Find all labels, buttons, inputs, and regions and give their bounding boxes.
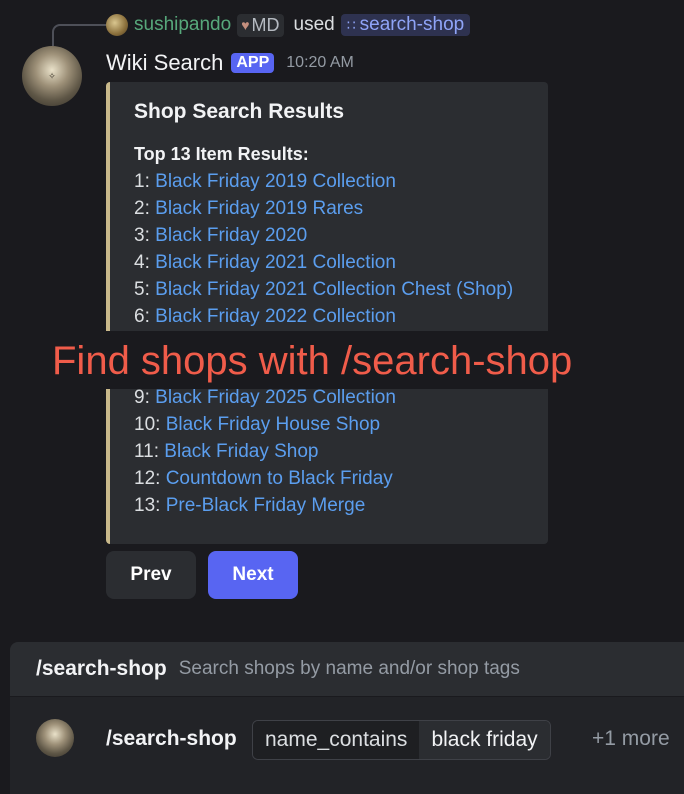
bot-name[interactable]: Wiki Search <box>106 50 223 76</box>
slash-command-icon: ∷ <box>346 16 356 33</box>
result-number: 5: <box>134 279 150 300</box>
option-name[interactable]: name_contains <box>253 721 420 759</box>
result-number: 3: <box>134 225 150 246</box>
result-item: 1: Black Friday 2019 Collection <box>134 168 513 195</box>
command-option[interactable]: name_contains black friday <box>252 720 551 760</box>
result-number: 2: <box>134 198 150 219</box>
next-button[interactable]: Next <box>208 551 298 599</box>
result-link[interactable]: Black Friday 2021 Collection <box>155 252 396 273</box>
result-link[interactable]: Black Friday Shop <box>164 441 318 462</box>
result-number: 6: <box>134 306 150 327</box>
suggestion-command: /search-shop <box>36 657 167 680</box>
more-options[interactable]: +1 more <box>592 724 670 754</box>
command-mention-label: search-shop <box>359 14 465 35</box>
input-command: /search-shop <box>106 727 237 750</box>
result-number: 9: <box>134 387 150 408</box>
result-item: 2: Black Friday 2019 Rares <box>134 195 513 222</box>
message-timestamp: 10:20 AM <box>286 54 354 71</box>
command-mention[interactable]: ∷ search-shop <box>340 14 471 36</box>
result-link[interactable]: Black Friday 2022 Collection <box>155 306 396 327</box>
result-item: 3: Black Friday 2020 <box>134 222 513 249</box>
app-badge: APP <box>231 53 275 73</box>
reply-user-avatar[interactable] <box>106 14 128 36</box>
command-suggestion[interactable]: /search-shop Search shops by name and/or… <box>10 642 684 696</box>
result-item: 6: Black Friday 2022 Collection <box>134 303 513 330</box>
reply-connector-line <box>52 24 108 46</box>
reply-context[interactable]: sushipando ♥ MD used ∷ search-shop <box>106 12 471 38</box>
result-item: 4: Black Friday 2021 Collection <box>134 249 513 276</box>
result-number: 1: <box>134 171 150 192</box>
used-label: used <box>293 14 335 35</box>
bot-avatar[interactable]: ✧ <box>22 46 82 106</box>
result-number: 12: <box>134 468 161 489</box>
result-link[interactable]: Black Friday 2019 Collection <box>155 171 396 192</box>
result-item: 12: Countdown to Black Friday <box>134 465 513 492</box>
result-number: 13: <box>134 495 161 516</box>
avatar-emblem: ✧ <box>48 70 56 81</box>
result-item: 5: Black Friday 2021 Collection Chest (S… <box>134 276 513 303</box>
user-tag-label: MD <box>251 14 280 35</box>
result-link[interactable]: Black Friday House Shop <box>166 414 380 435</box>
suggestion-description: Search shops by name and/or shop tags <box>178 658 520 679</box>
result-link[interactable]: Black Friday 2025 Collection <box>155 387 396 408</box>
heart-icon: ♥ <box>241 17 250 33</box>
result-item: 13: Pre-Black Friday Merge <box>134 492 513 519</box>
result-link[interactable]: Black Friday 2020 <box>155 225 307 246</box>
result-link[interactable]: Countdown to Black Friday <box>166 468 393 489</box>
result-item: 10: Black Friday House Shop <box>134 411 513 438</box>
result-number: 4: <box>134 252 150 273</box>
prev-button[interactable]: Prev <box>106 551 196 599</box>
result-number: 11: <box>134 441 160 462</box>
result-item: 11: Black Friday Shop <box>134 438 513 465</box>
command-app-avatar <box>36 719 74 757</box>
embed-title: Shop Search Results <box>134 100 345 123</box>
overlay-caption: Find shops with /search-shop <box>52 339 573 383</box>
result-link[interactable]: Black Friday 2019 Rares <box>155 198 363 219</box>
message-header: Wiki Search APP 10:20 AM <box>106 48 354 78</box>
result-link[interactable]: Pre-Black Friday Merge <box>166 495 366 516</box>
option-value-input[interactable]: black friday <box>419 721 550 759</box>
result-number: 10: <box>134 414 161 435</box>
reply-username[interactable]: sushipando <box>134 14 231 36</box>
embed-subtitle: Top 13 Item Results: <box>134 144 309 164</box>
search-results-embed: Shop Search Results Top 13 Item Results:… <box>106 82 548 544</box>
result-link[interactable]: Black Friday 2021 Collection Chest (Shop… <box>155 279 513 300</box>
user-tag-badge: ♥ MD <box>237 13 284 37</box>
